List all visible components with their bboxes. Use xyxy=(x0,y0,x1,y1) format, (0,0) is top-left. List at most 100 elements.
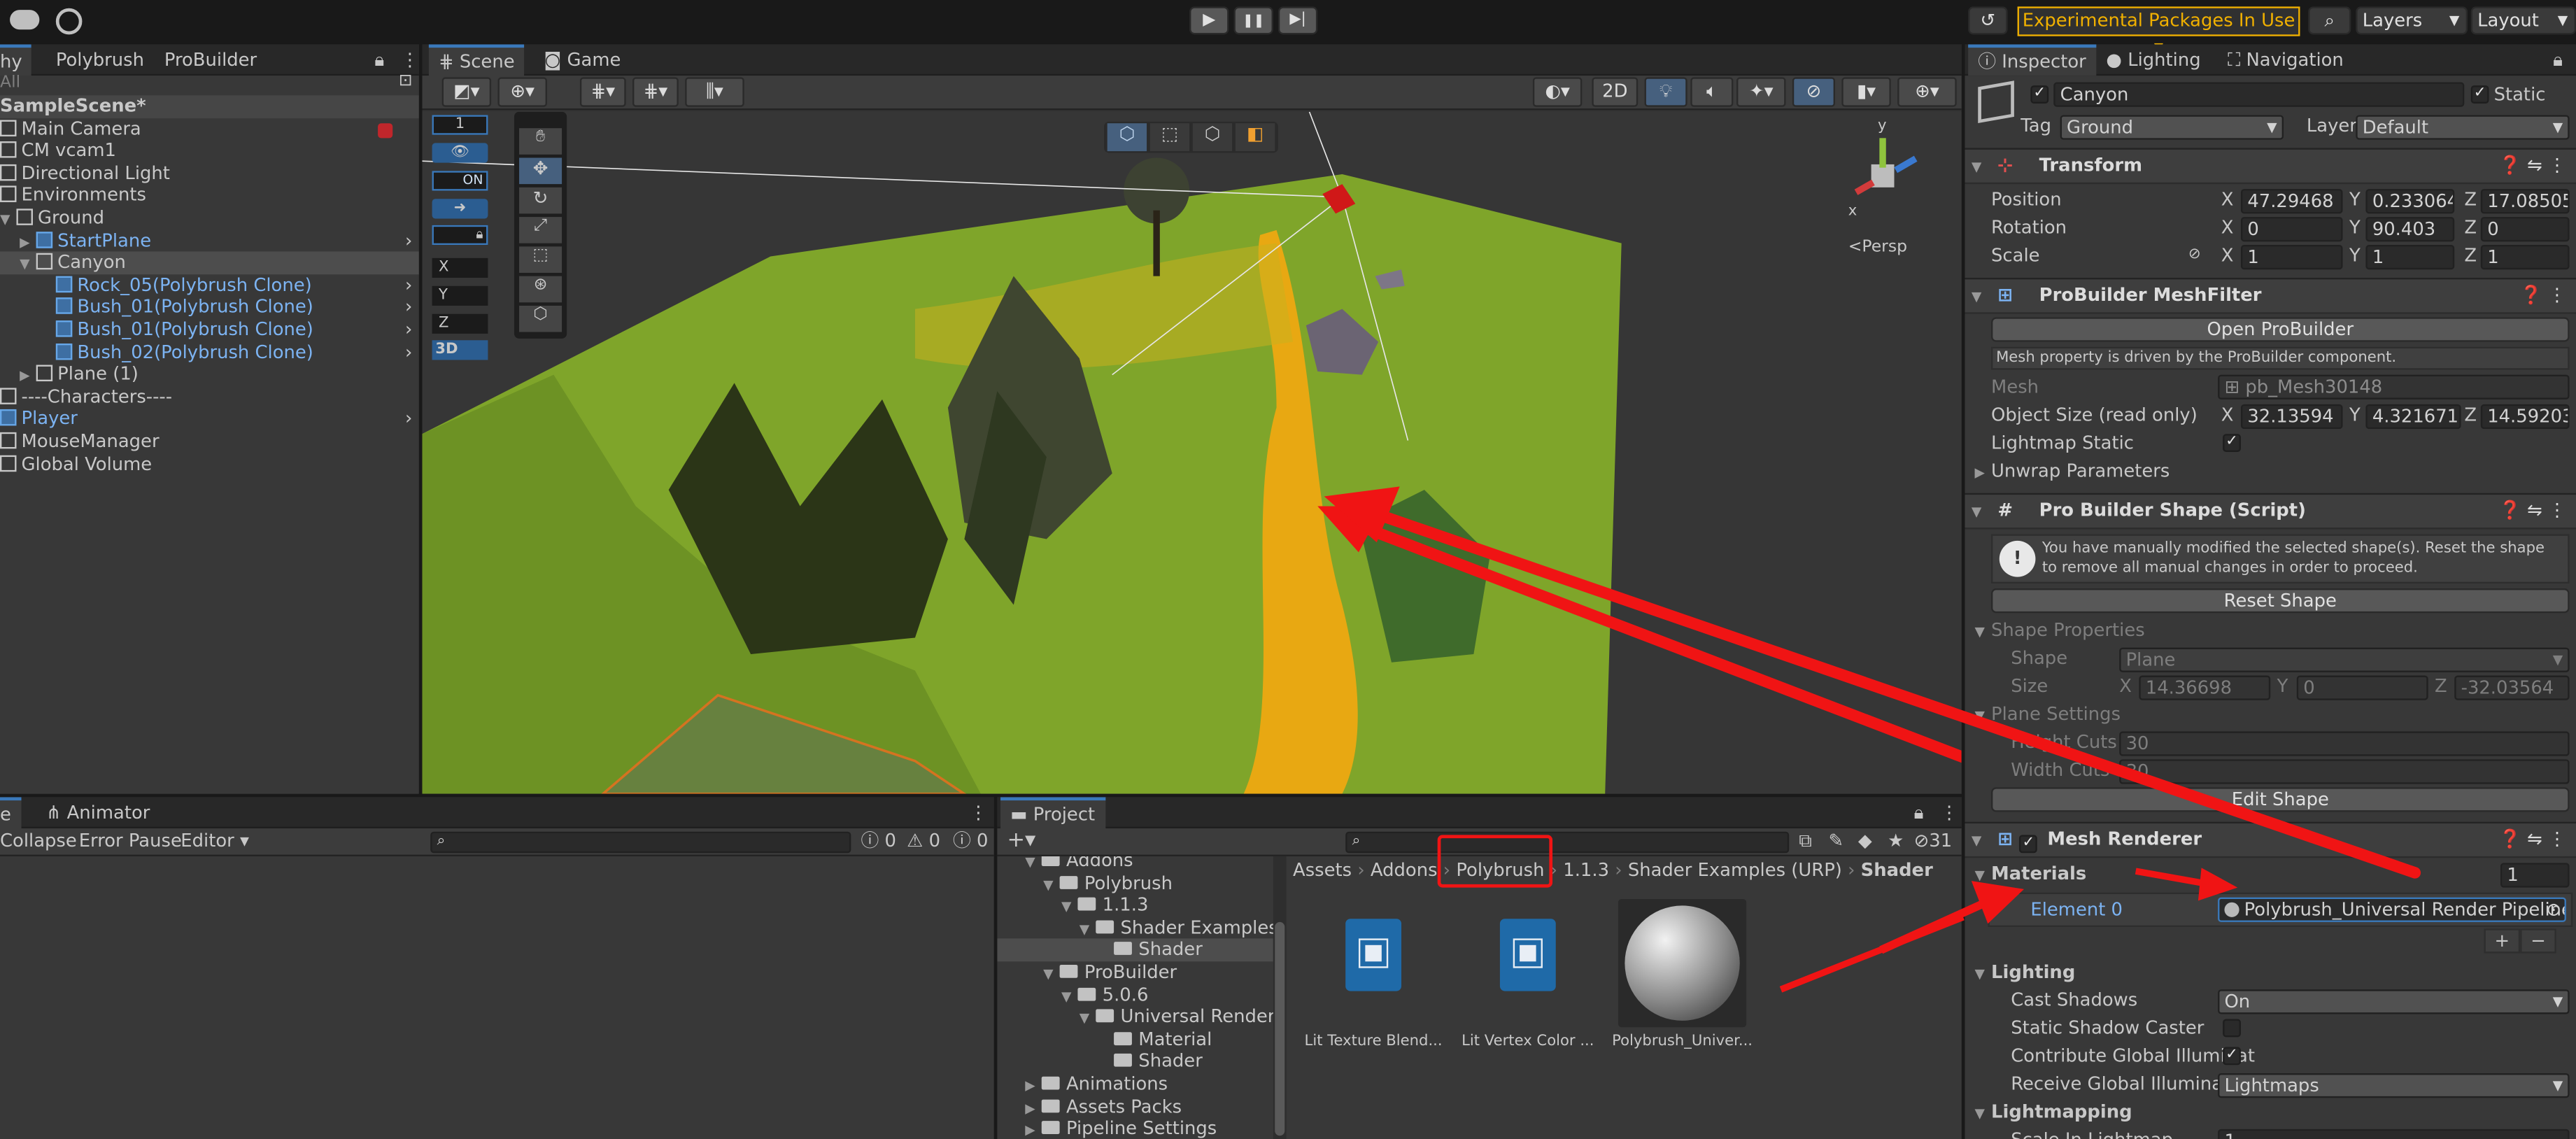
layer-number-field[interactable]: 1 xyxy=(432,115,488,135)
expand-arrow-icon[interactable]: ▶ xyxy=(20,365,36,388)
lightmapping-foldout[interactable]: ▼ Lightmapping xyxy=(1975,1100,2132,1126)
project-folder-item[interactable]: ▼ ProBuilder xyxy=(997,961,1273,984)
expand-arrow-icon[interactable]: ▼ xyxy=(1080,919,1096,942)
effects-dropdown[interactable]: ✦▾ xyxy=(1736,77,1786,107)
axis-x-toggle[interactable]: X xyxy=(432,257,488,278)
console-search-input[interactable]: ⌕ xyxy=(430,831,851,854)
tab-game[interactable]: ◙ Game xyxy=(534,44,630,76)
static-shadow-caster-checkbox[interactable] xyxy=(2223,1019,2241,1038)
expand-arrow-icon[interactable]: ▼ xyxy=(1061,986,1077,1009)
play-button[interactable]: ▶ xyxy=(1189,6,1229,35)
align-dropdown[interactable]: ⫼▾ xyxy=(685,77,744,107)
rotation-z-label[interactable]: Z xyxy=(2464,215,2477,240)
favorite-star-icon[interactable]: ★ xyxy=(1888,828,1904,855)
meshfilter-header[interactable]: ▼ ⊞ ProBuilder MeshFilter ❓ ⋮ xyxy=(1965,278,2576,314)
filter-type-icon[interactable]: ⧉ xyxy=(1799,828,1811,855)
hierarchy-item[interactable]: Environments xyxy=(0,185,419,208)
expand-arrow-icon[interactable]: ▶ xyxy=(1025,1075,1041,1098)
project-folder-item[interactable]: ▼ Polybrush xyxy=(997,872,1273,895)
error-count[interactable]: ⓘ 0 xyxy=(861,830,896,853)
collab-icon[interactable] xyxy=(55,8,83,35)
shading-dropdown[interactable]: ◐▾ xyxy=(1532,77,1583,107)
hierarchy-item[interactable]: ▶ StartPlane › xyxy=(0,229,419,253)
list-remove-button[interactable]: − xyxy=(2520,928,2556,954)
materials-count-field[interactable]: 1 xyxy=(2500,863,2570,888)
material-field[interactable]: Polybrush_Universal Render Pipeline_ ⊙ xyxy=(2218,897,2566,922)
cloud-icon[interactable] xyxy=(10,10,40,30)
breadcrumb-item[interactable]: Assets xyxy=(1293,860,1352,882)
layer-dropdown[interactable]: Default ▼ xyxy=(2356,115,2570,140)
materials-foldout[interactable]: ▼ Materials xyxy=(1975,861,2087,888)
chevron-right-icon[interactable]: › xyxy=(405,341,412,365)
face-select-icon[interactable]: ◧ xyxy=(1235,123,1275,152)
asset-item[interactable]: Lit Texture Blend... xyxy=(1303,899,1444,1050)
tab-probuilder[interactable]: ProBuilder xyxy=(155,44,267,76)
hierarchy-item[interactable]: ----Characters---- xyxy=(0,386,419,409)
axis-z-toggle[interactable]: Z xyxy=(432,313,488,334)
chevron-right-icon[interactable]: › xyxy=(405,297,412,320)
cast-shadows-dropdown[interactable]: On ▼ xyxy=(2218,989,2570,1014)
log-count[interactable]: ⓘ 0 xyxy=(953,830,988,853)
tab-hierarchy[interactable]: hy xyxy=(0,44,32,76)
transform-tool-icon[interactable]: ⊛ xyxy=(519,276,562,303)
arrow-right-icon[interactable]: ➜ xyxy=(432,199,488,219)
chevron-right-icon[interactable]: › xyxy=(405,274,412,297)
position-z-label[interactable]: Z xyxy=(2464,188,2477,212)
active-checkbox[interactable]: ✓ xyxy=(2030,85,2049,104)
breadcrumb-item[interactable]: Shader xyxy=(1861,860,1933,882)
expand-arrow-icon[interactable]: ▼ xyxy=(0,208,16,232)
reset-shape-button[interactable]: Reset Shape xyxy=(1991,588,2570,614)
lighting-toggle[interactable]: 💡︎ xyxy=(1644,77,1687,107)
scene-viewport[interactable]: 1 👁︎ ON ➜ 🔒︎ X Y Z 3D ✋︎ ✥ ↻ ⤢ ⬚ ⊛ ⬡ ⬡ ⬚… xyxy=(422,111,1962,794)
tab-polybrush[interactable]: Polybrush xyxy=(46,44,154,76)
step-button[interactable]: ▶| xyxy=(1278,6,1318,35)
project-folder-item[interactable]: ▶ Assets Packs xyxy=(997,1096,1273,1119)
edit-shape-button[interactable]: Edit Shape xyxy=(1991,787,2570,812)
draw-mode-dropdown[interactable]: ◩▾ xyxy=(441,77,492,107)
lightmap-static-checkbox[interactable]: ✓ xyxy=(2223,434,2241,453)
position-y-label[interactable]: Y xyxy=(2349,188,2361,212)
error-pause-button[interactable]: Error Pause xyxy=(79,830,182,853)
position-y-field[interactable]: 0.2330642 xyxy=(2365,189,2455,214)
tab-lighting[interactable]: ● Lighting xyxy=(2096,44,2210,76)
hidden-toggle[interactable]: ⊘ xyxy=(1792,77,1835,107)
scale-x-field[interactable]: 1 xyxy=(2240,245,2343,270)
orientation-gizmo[interactable]: y x xyxy=(1835,118,1934,236)
search-icon[interactable]: ⌕ xyxy=(2308,6,2351,35)
project-search-input[interactable]: ⌕ xyxy=(1345,831,1790,854)
contribute-gi-checkbox[interactable]: ✓ xyxy=(2223,1047,2241,1066)
lock-toggle-icon[interactable]: 🔒︎ xyxy=(432,225,488,246)
rotation-x-field[interactable]: 0 xyxy=(2240,217,2343,242)
gizmos-dropdown[interactable]: ⊕▾ xyxy=(1897,77,1957,107)
project-folder-item[interactable]: Material xyxy=(997,1028,1273,1052)
expand-arrow-icon[interactable]: ▼ xyxy=(20,253,36,276)
axis-y-toggle[interactable]: Y xyxy=(432,285,488,306)
lighting-foldout[interactable]: ▼ Lighting xyxy=(1975,960,2076,986)
experimental-packages-badge[interactable]: Experimental Packages In Use ▾ xyxy=(2017,6,2300,57)
on-toggle[interactable]: ON xyxy=(432,171,488,191)
scale-tool-icon[interactable]: ⤢ xyxy=(519,217,562,243)
expand-arrow-icon[interactable]: ▶ xyxy=(1025,1097,1041,1120)
tab-inspector[interactable]: ⓘ Inspector xyxy=(1968,44,2096,76)
expand-arrow-icon[interactable]: ▼ xyxy=(1061,896,1077,919)
tag-icon[interactable]: ◆ xyxy=(1858,828,1872,855)
chevron-right-icon[interactable]: › xyxy=(405,409,412,432)
tab-navigation[interactable]: ⛶ Navigation xyxy=(2218,44,2354,76)
hierarchy-item[interactable]: Global Volume xyxy=(0,453,419,476)
rect-tool-icon[interactable]: ⬚ xyxy=(519,246,562,273)
rotation-y-field[interactable]: 90.403 xyxy=(2365,217,2455,242)
tab-console[interactable]: e xyxy=(0,797,22,829)
scale-z-label[interactable]: Z xyxy=(2464,243,2477,268)
component-menu-icons[interactable]: ❓ ⇋ ⋮ xyxy=(2499,150,2566,183)
component-menu-icons[interactable]: ❓ ⋮ xyxy=(2520,279,2566,312)
project-folder-item[interactable]: ▼ Shader Examples ( xyxy=(997,917,1273,940)
lock-icon[interactable]: 🔒︎ xyxy=(1904,797,1934,828)
kebab-menu-icon[interactable]: ⋮ xyxy=(1930,797,1962,828)
hierarchy-item[interactable]: MouseManager xyxy=(0,430,419,453)
hierarchy-item[interactable]: CM vcam1 xyxy=(0,140,419,163)
add-icon[interactable]: ⊡ xyxy=(399,72,413,90)
link-constraint-icon[interactable]: ⊘ xyxy=(2188,243,2201,268)
scale-x-label[interactable]: X xyxy=(2221,243,2234,268)
tab-animator[interactable]: ⋔ Animator xyxy=(36,797,160,828)
edge-select-icon[interactable]: ⬡ xyxy=(1192,123,1233,152)
